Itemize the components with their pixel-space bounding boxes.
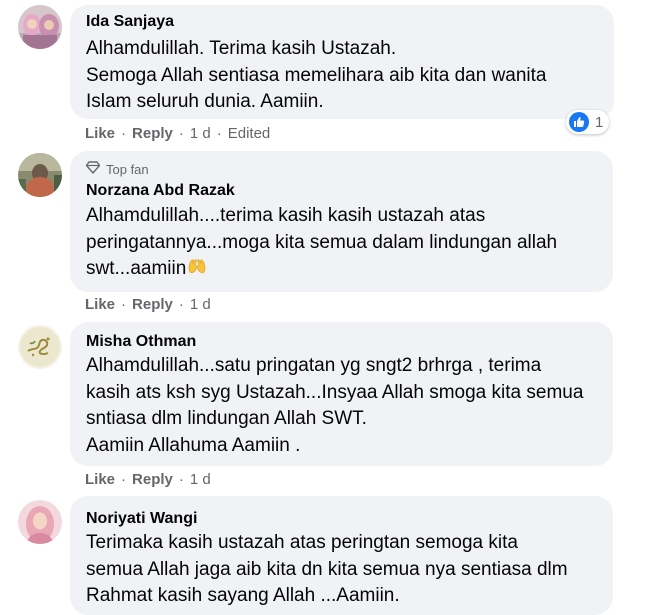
avatar[interactable]	[18, 5, 62, 49]
comment-actions: Like · Reply · 1 d	[85, 471, 211, 489]
reply-button[interactable]: Reply	[132, 125, 173, 143]
like-icon	[569, 112, 589, 132]
comment-author[interactable]: Ida Sanjaya	[86, 12, 598, 32]
comment-bubble: Misha Othman Alhamdulillah...satu pringa…	[70, 322, 613, 466]
badge-label: Top fan	[106, 161, 149, 177]
reaction-count-number: 1	[595, 113, 604, 131]
separator: ·	[178, 296, 184, 313]
top-fan-badge: Top fan	[85, 161, 597, 178]
comment-text: Alhamdulillah....terima kasih kasih usta…	[86, 203, 597, 285]
avatar[interactable]	[18, 325, 62, 369]
reply-button[interactable]: Reply	[132, 471, 173, 489]
diamond-icon	[85, 161, 101, 178]
separator: ·	[216, 125, 222, 142]
comment-author[interactable]: Misha Othman	[86, 332, 597, 352]
separator: ·	[121, 296, 127, 313]
comment-author[interactable]: Norzana Abd Razak	[86, 181, 597, 201]
comment-bubble: Ida Sanjaya Alhamdulillah. Terima kasih …	[70, 5, 614, 119]
like-button[interactable]: Like	[85, 125, 115, 143]
comment-time[interactable]: 1 d	[190, 125, 211, 143]
like-button[interactable]: Like	[85, 296, 115, 314]
separator: ·	[178, 125, 184, 142]
avatar[interactable]	[18, 500, 62, 544]
raising-hands-emoji	[187, 256, 207, 285]
edited-label: Edited	[227, 125, 271, 142]
comment-actions: Like · Reply · 1 d · Edited	[85, 125, 270, 143]
comment-author[interactable]: Noriyati Wangi	[86, 509, 597, 529]
comment-text: Alhamdulillah...satu pringatan yg sngt2 …	[86, 355, 584, 456]
separator: ·	[178, 471, 184, 488]
comment-time[interactable]: 1 d	[190, 471, 211, 489]
avatar[interactable]	[18, 153, 62, 197]
comment-bubble: Noriyati Wangi Terimaka kasih ustazah at…	[70, 496, 613, 615]
like-button[interactable]: Like	[85, 471, 115, 489]
separator: ·	[121, 471, 127, 488]
reply-button[interactable]: Reply	[132, 296, 173, 314]
reaction-count[interactable]: 1	[566, 110, 610, 134]
comment-text: Alhamdulillah. Terima kasih Ustazah. Sem…	[86, 38, 547, 112]
comment-actions: Like · Reply · 1 d	[85, 296, 211, 314]
comment-text-body: Alhamdulillah....terima kasih kasih usta…	[86, 205, 558, 279]
separator: ·	[121, 125, 127, 142]
comment-text: Terimaka kasih ustazah atas peringtan se…	[86, 532, 568, 606]
comment-time[interactable]: 1 d	[190, 296, 211, 314]
comment-bubble: Top fan Norzana Abd Razak Alhamdulillah.…	[70, 151, 613, 292]
